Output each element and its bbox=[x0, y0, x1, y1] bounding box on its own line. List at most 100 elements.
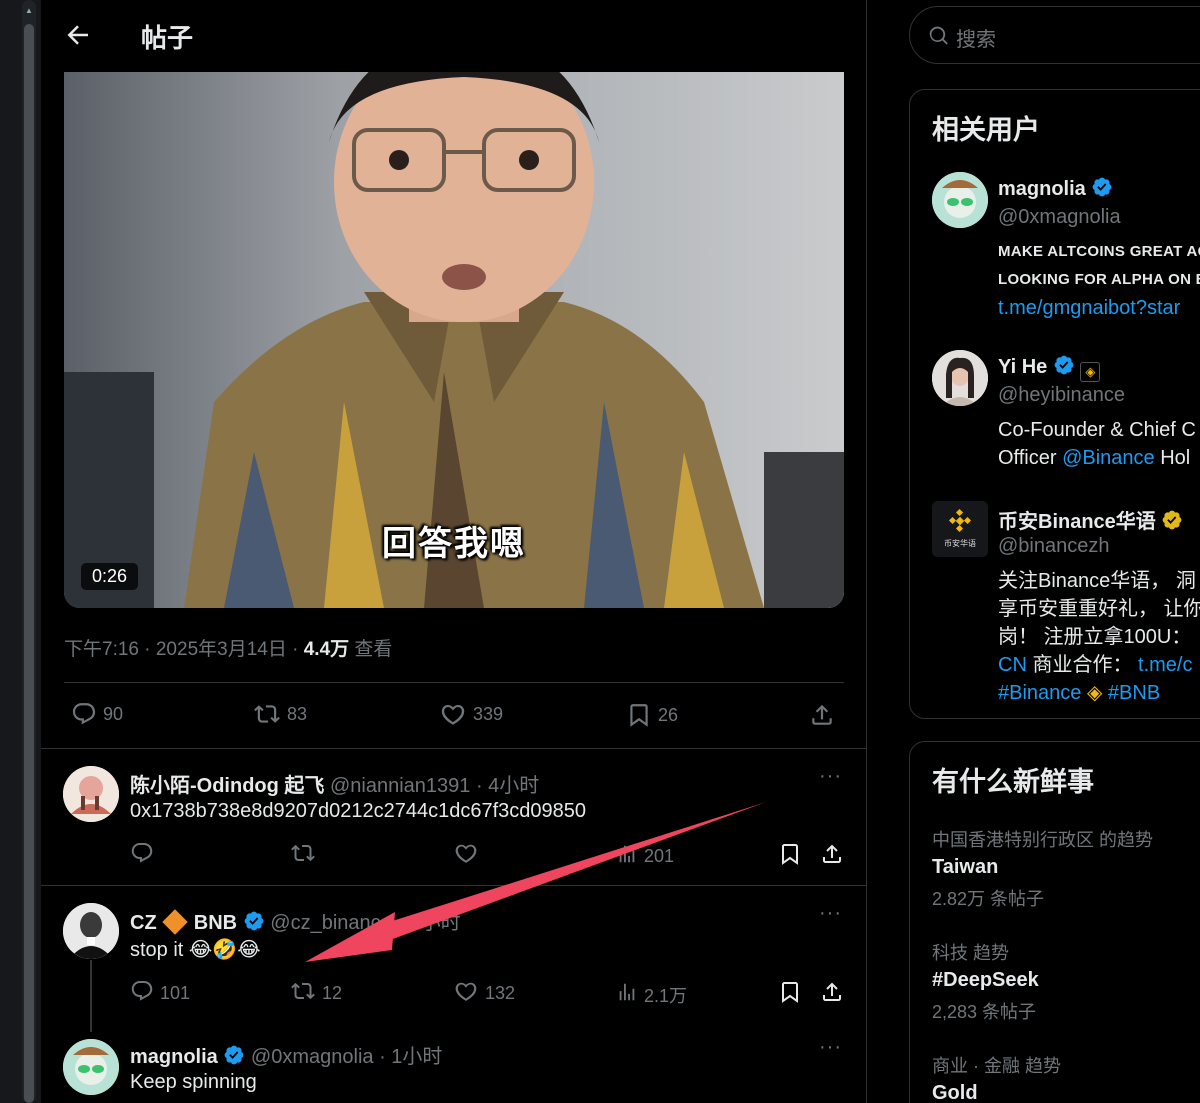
repost-button[interactable]: 83 bbox=[253, 701, 307, 727]
trend-count: 2,283 条帖子 bbox=[932, 1002, 1037, 1022]
user-name-row: 币安Binance华语 bbox=[998, 505, 1183, 537]
repost-count: 12 bbox=[322, 983, 343, 1003]
repost-icon bbox=[290, 841, 316, 870]
user-name[interactable]: Yi He bbox=[998, 356, 1047, 378]
binance-logo-icon: ◈ bbox=[1086, 682, 1103, 704]
share-icon bbox=[820, 979, 844, 1010]
like-button[interactable] bbox=[453, 841, 479, 870]
more-options-icon[interactable]: ··· bbox=[819, 902, 842, 925]
hashtag-link[interactable]: #BNB bbox=[1108, 682, 1160, 704]
reply-button[interactable] bbox=[130, 841, 154, 870]
bio-text: Hol bbox=[1154, 447, 1191, 469]
reply-button[interactable]: 90 bbox=[71, 701, 123, 727]
bio-line: CN 商业合作： t.me/c bbox=[998, 651, 1200, 679]
bio-link[interactable]: t.me/gmgnaibot?star bbox=[998, 294, 1200, 322]
share-button[interactable] bbox=[809, 701, 835, 729]
author-name-suffix[interactable]: BNB bbox=[194, 912, 237, 934]
more-options-icon[interactable]: ··· bbox=[819, 765, 842, 788]
reply-body: 0x1738b738e8d9207d0212c2744c1dc67f3cd098… bbox=[130, 800, 586, 822]
binance-affiliate-icon: ◈ bbox=[1080, 362, 1101, 382]
right-sidebar: 搜索 相关用户 magnolia @0xmagnolia MAKE ALTCOI… bbox=[867, 0, 1200, 1103]
author-name[interactable]: magnolia bbox=[130, 1046, 218, 1068]
hashtag-link[interactable]: #Binance bbox=[998, 682, 1081, 704]
scrollbar-thumb[interactable] bbox=[24, 24, 34, 1103]
reply-tweet[interactable]: 陈小陌-Odindog 起飞 @niannian1391 · 4小时 ··· 0… bbox=[41, 749, 866, 885]
reply-header: CZ BNB @cz_binance · 4小时 bbox=[130, 906, 461, 938]
bookmark-count: 26 bbox=[658, 704, 679, 725]
bookmark-icon bbox=[778, 979, 802, 1010]
trend-item[interactable]: 中国香港特别行政区 的趋势 Taiwan 2.82万 条帖子 bbox=[932, 826, 1153, 911]
post-view-count: 4.4万 bbox=[303, 639, 350, 660]
trend-item[interactable]: 商业 · 金融 趋势 Gold bbox=[932, 1052, 1061, 1103]
reply-tweet[interactable]: CZ BNB @cz_binance · 4小时 ··· stop it 😂🤣😂… bbox=[41, 886, 866, 1032]
trend-item[interactable]: 科技 趋势 #DeepSeek 2,283 条帖子 bbox=[932, 939, 1039, 1024]
bookmark-icon bbox=[778, 841, 802, 872]
repost-count: 83 bbox=[287, 703, 308, 724]
avatar[interactable] bbox=[932, 172, 988, 228]
avatar[interactable] bbox=[63, 766, 119, 822]
trend-count: 2.82万 条帖子 bbox=[932, 889, 1045, 909]
share-button[interactable] bbox=[820, 841, 844, 872]
bio-mention-link[interactable]: @Binance bbox=[1062, 447, 1155, 469]
bio-link[interactable]: CN bbox=[998, 654, 1027, 676]
reply-button[interactable]: 101 bbox=[130, 979, 190, 1008]
related-users-panel: 相关用户 magnolia @0xmagnolia MAKE ALTCOINS … bbox=[909, 89, 1200, 719]
bio-line: 关注Binance华语， 洞 bbox=[998, 570, 1196, 592]
bookmark-button[interactable]: 26 bbox=[626, 701, 678, 729]
back-arrow-icon[interactable] bbox=[63, 20, 93, 50]
views-label: 查看 bbox=[349, 639, 393, 660]
user-bio: MAKE ALTCOINS GREAT AG LOOKING FOR ALPHA… bbox=[998, 238, 1200, 322]
main-column: 帖子 回答我嗯 0:26 下午7:16 · 2025年3月14日 · 4.4万 … bbox=[41, 0, 867, 1103]
user-name-row: Yi He ◈ bbox=[998, 354, 1101, 382]
share-button[interactable] bbox=[820, 979, 844, 1010]
views-button[interactable]: 201 bbox=[616, 843, 674, 870]
author-name[interactable]: 陈小陌-Odindog 起飞 bbox=[130, 775, 324, 797]
views-button[interactable]: 2.1万 bbox=[616, 981, 687, 1008]
user-bio: Co-Founder & Chief C Officer @Binance Ho… bbox=[998, 416, 1196, 472]
user-name[interactable]: 币安Binance华语 bbox=[998, 511, 1156, 533]
avatar[interactable] bbox=[63, 903, 119, 959]
share-icon bbox=[820, 841, 844, 872]
reply-icon bbox=[130, 979, 154, 1008]
like-count: 132 bbox=[485, 983, 516, 1003]
avatar[interactable] bbox=[63, 1039, 119, 1095]
repost-button[interactable] bbox=[290, 841, 316, 870]
trend-context: 中国香港特别行政区 的趋势 bbox=[932, 830, 1153, 850]
divider bbox=[64, 682, 844, 683]
repost-button[interactable]: 12 bbox=[290, 979, 342, 1008]
user-bio: 关注Binance华语， 洞 享币安重重好礼， 让你 岗！ 注册立拿100U： … bbox=[998, 567, 1200, 707]
verified-badge-icon bbox=[243, 910, 265, 938]
like-button[interactable]: 132 bbox=[453, 979, 515, 1008]
user-name[interactable]: magnolia bbox=[998, 178, 1086, 200]
bookmark-button[interactable] bbox=[778, 979, 802, 1010]
view-count: 2.1万 bbox=[644, 985, 688, 1006]
bio-link[interactable]: t.me/c bbox=[1138, 654, 1192, 676]
post-timestamp[interactable]: 下午7:16 · 2025年3月14日 · bbox=[64, 639, 304, 660]
bookmark-button[interactable] bbox=[778, 841, 802, 872]
reply-tweet[interactable]: magnolia @0xmagnolia · 1小时 ··· Keep spin… bbox=[41, 1031, 866, 1103]
avatar[interactable]: 币安华语 bbox=[932, 501, 988, 557]
user-handle[interactable]: @heyibinance bbox=[998, 384, 1125, 407]
user-handle[interactable]: @0xmagnolia bbox=[998, 206, 1121, 229]
scroll-up-arrow-icon[interactable]: ▲ bbox=[24, 6, 34, 16]
avatar[interactable] bbox=[932, 350, 988, 406]
video-player[interactable]: 回答我嗯 0:26 bbox=[64, 72, 844, 608]
bio-line: Co-Founder & Chief C bbox=[998, 419, 1196, 441]
user-handle[interactable]: @binancezh bbox=[998, 535, 1109, 558]
reply-header: 陈小陌-Odindog 起飞 @niannian1391 · 4小时 bbox=[130, 769, 539, 798]
author-handle[interactable]: @0xmagnolia · 1小时 bbox=[251, 1046, 442, 1068]
author-handle[interactable]: @niannian1391 · 4小时 bbox=[330, 775, 539, 797]
bio-line: LOOKING FOR ALPHA ON B bbox=[998, 271, 1200, 288]
reply-count: 101 bbox=[160, 983, 191, 1003]
video-duration-badge: 0:26 bbox=[81, 563, 139, 590]
panel-title: 有什么新鲜事 bbox=[932, 767, 1094, 797]
more-options-icon[interactable]: ··· bbox=[819, 1036, 842, 1059]
verified-badge-icon bbox=[223, 1044, 245, 1072]
search-input[interactable]: 搜索 bbox=[909, 6, 1200, 64]
author-name[interactable]: CZ bbox=[130, 912, 157, 934]
like-button[interactable]: 339 bbox=[439, 701, 503, 727]
author-handle[interactable]: @cz_binance · 4小时 bbox=[270, 912, 460, 934]
thread-connector bbox=[90, 960, 92, 1032]
bio-text: 商业合作： bbox=[1026, 654, 1133, 676]
reply-icon bbox=[130, 841, 154, 870]
